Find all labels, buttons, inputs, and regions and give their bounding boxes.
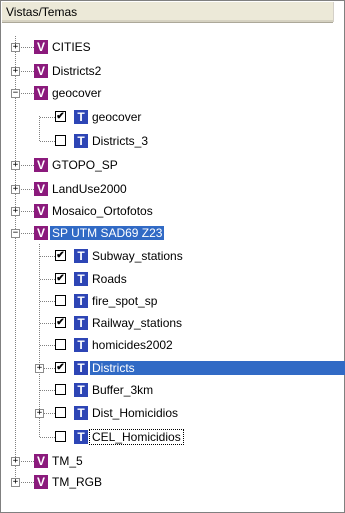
theme-item-districts-3[interactable]: Districts_3 — [90, 134, 150, 148]
theme-visibility-checkbox[interactable]: ✔ — [55, 250, 66, 261]
theme-item-geocover[interactable]: geocover — [90, 110, 143, 124]
view-item-mosaico-ortofotos[interactable]: Mosaico_Ortofotos — [50, 204, 155, 218]
theme-item-subway-stations[interactable]: Subway_stations — [90, 249, 185, 263]
view-item-cities[interactable]: CITIES — [50, 40, 93, 54]
tree-connector — [40, 301, 55, 302]
theme-item-buffer-3km[interactable]: Buffer_3km — [90, 383, 155, 397]
theme-visibility-checkbox[interactable] — [55, 135, 66, 146]
expand-toggle[interactable]: + — [11, 478, 20, 487]
view-item-gtopo-sp[interactable]: GTOPO_SP — [50, 158, 120, 172]
view-icon: V — [34, 182, 48, 196]
view-item-sp-utm-sad69-z23[interactable]: SP UTM SAD69 Z23 — [50, 226, 165, 240]
theme-visibility-checkbox[interactable] — [55, 407, 66, 418]
expand-toggle[interactable]: + — [11, 43, 20, 52]
theme-icon: T — [74, 383, 88, 397]
theme-visibility-checkbox[interactable] — [55, 295, 66, 306]
view-icon: V — [34, 158, 48, 172]
expand-toggle[interactable]: + — [35, 364, 44, 373]
theme-visibility-checkbox[interactable] — [55, 431, 66, 442]
expand-toggle[interactable]: + — [11, 67, 20, 76]
tree-connector — [40, 141, 55, 142]
view-icon: V — [34, 454, 48, 468]
theme-visibility-checkbox[interactable]: ✔ — [55, 273, 66, 284]
tree-connector — [40, 345, 55, 346]
view-icon: V — [34, 475, 48, 489]
view-icon: V — [34, 226, 48, 240]
expand-toggle[interactable]: + — [35, 409, 44, 418]
theme-item-railway-stations[interactable]: Railway_stations — [90, 316, 184, 330]
theme-icon: T — [74, 110, 88, 124]
theme-visibility-checkbox[interactable] — [55, 339, 66, 350]
tree-connector — [15, 36, 16, 477]
collapse-toggle[interactable]: − — [11, 89, 20, 98]
tree-connector — [40, 256, 55, 257]
tree-connector — [40, 323, 55, 324]
expand-toggle[interactable]: + — [11, 185, 20, 194]
view-icon: V — [34, 204, 48, 218]
expand-toggle[interactable]: + — [11, 161, 20, 170]
header-title: Vistas/Temas — [6, 5, 78, 19]
view-item-districts2[interactable]: Districts2 — [50, 64, 103, 78]
tree-connector — [40, 117, 55, 118]
theme-icon: T — [74, 294, 88, 308]
theme-item-cel-homicidios[interactable]: CEL_Homicidios — [89, 429, 184, 445]
tree-column-header[interactable]: Vistas/Temas — [2, 2, 333, 23]
theme-icon: T — [74, 249, 88, 263]
view-icon: V — [34, 64, 48, 78]
expand-toggle[interactable]: + — [11, 457, 20, 466]
view-theme-tree-panel: Vistas/Temas + V CITIES + V Districts2 −… — [0, 0, 345, 513]
theme-icon: T — [74, 406, 88, 420]
theme-item-districts[interactable]: Districts — [90, 361, 345, 375]
view-item-geocover[interactable]: geocover — [50, 86, 103, 100]
view-icon: V — [34, 86, 48, 100]
view-item-tm-5[interactable]: TM_5 — [50, 454, 85, 468]
theme-icon: T — [74, 338, 88, 352]
theme-visibility-checkbox[interactable] — [55, 384, 66, 395]
theme-item-roads[interactable]: Roads — [90, 272, 129, 286]
expand-toggle[interactable]: + — [11, 207, 20, 216]
theme-visibility-checkbox[interactable]: ✔ — [55, 111, 66, 122]
tree-connector — [40, 279, 55, 280]
collapse-toggle[interactable]: − — [11, 229, 20, 238]
theme-icon: T — [74, 134, 88, 148]
theme-item-homicides2002[interactable]: homicides2002 — [90, 338, 175, 352]
theme-icon: T — [74, 316, 88, 330]
view-icon: V — [34, 40, 48, 54]
theme-icon: T — [74, 361, 88, 375]
tree-connector — [40, 390, 55, 391]
header-end-cap — [333, 2, 344, 22]
theme-item-dist-homicidios[interactable]: Dist_Homicidios — [90, 406, 180, 420]
theme-icon: T — [74, 272, 88, 286]
tree-connector — [39, 116, 40, 141]
theme-visibility-checkbox[interactable]: ✔ — [55, 317, 66, 328]
theme-icon: T — [74, 430, 88, 444]
theme-visibility-checkbox[interactable]: ✔ — [55, 362, 66, 373]
theme-item-fire-spot-sp[interactable]: fire_spot_sp — [90, 294, 159, 308]
view-item-landuse2000[interactable]: LandUse2000 — [50, 182, 129, 196]
view-item-tm-rgb[interactable]: TM_RGB — [50, 475, 104, 489]
tree-connector — [40, 437, 55, 438]
